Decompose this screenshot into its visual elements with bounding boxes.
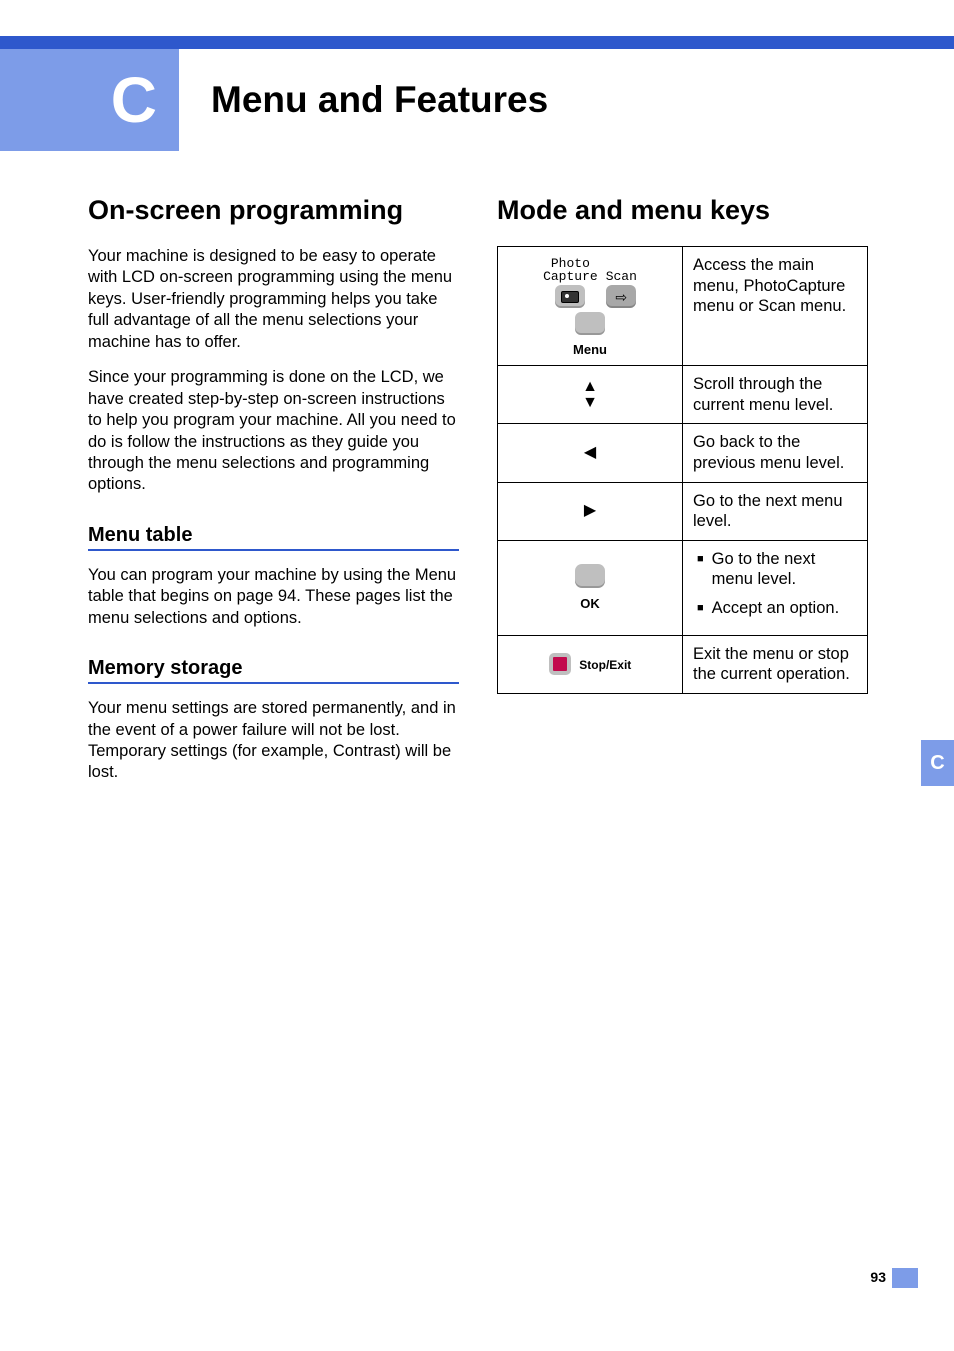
- bullet-icon: ■: [697, 549, 704, 590]
- paragraph: Since your programming is done on the LC…: [88, 367, 459, 496]
- label-capture: Capture: [543, 270, 598, 283]
- table-row: Stop/Exit Exit the menu or stop the curr…: [498, 635, 868, 693]
- section-mode-menu-keys: Mode and menu keys: [497, 195, 868, 226]
- paragraph: Your menu settings are stored permanentl…: [88, 698, 459, 784]
- subsection-menu-table: Menu table: [88, 524, 459, 551]
- bullet-text: Go to the next menu level.: [712, 549, 857, 590]
- key-description: Access the main menu, PhotoCapture menu …: [683, 247, 868, 366]
- up-arrow-icon: ▲: [508, 379, 672, 395]
- header-bar: [0, 36, 954, 49]
- chapter-title: Menu and Features: [211, 79, 548, 121]
- chapter-heading: C Menu and Features: [0, 49, 548, 151]
- mode-menu-keys-table: Photo Capture Scan ⇨: [497, 246, 868, 694]
- ok-button-icon: [575, 564, 605, 588]
- scan-button-icon: ⇨: [606, 285, 636, 308]
- table-row: Photo Capture Scan ⇨: [498, 247, 868, 366]
- label-stop-exit: Stop/Exit: [579, 658, 631, 672]
- table-row: ▶ Go to the next menu level.: [498, 482, 868, 540]
- label-scan: Scan: [606, 270, 637, 283]
- key-description: Go to the next menu level.: [683, 482, 868, 540]
- label-menu: Menu: [543, 342, 637, 357]
- stop-button-icon: [549, 653, 571, 675]
- key-description: Scroll through the current menu level.: [683, 366, 868, 424]
- menu-keys-graphic: Photo Capture Scan ⇨: [543, 257, 637, 357]
- bullet-icon: ■: [697, 598, 704, 619]
- side-tab: C: [921, 740, 954, 786]
- paragraph: You can program your machine by using th…: [88, 565, 459, 629]
- left-column: On-screen programming Your machine is de…: [88, 195, 459, 798]
- page-number-bar: [892, 1268, 918, 1288]
- bullet-text: Accept an option.: [712, 598, 840, 619]
- label-ok: OK: [508, 596, 672, 611]
- key-description: ■Go to the next menu level. ■Accept an o…: [683, 540, 868, 635]
- right-column: Mode and menu keys Photo Capture: [497, 195, 868, 798]
- table-row: OK ■Go to the next menu level. ■Accept a…: [498, 540, 868, 635]
- content-columns: On-screen programming Your machine is de…: [88, 195, 868, 798]
- left-arrow-icon: ◀: [508, 445, 672, 461]
- paragraph: Your machine is designed to be easy to o…: [88, 246, 459, 353]
- key-description: Go back to the previous menu level.: [683, 424, 868, 482]
- subsection-memory-storage: Memory storage: [88, 657, 459, 684]
- table-row: ◀ Go back to the previous menu level.: [498, 424, 868, 482]
- right-arrow-icon: ▶: [508, 503, 672, 519]
- table-row: ▲ ▼ Scroll through the current menu leve…: [498, 366, 868, 424]
- menu-button-icon: [575, 312, 605, 335]
- section-on-screen-programming: On-screen programming: [88, 195, 459, 226]
- down-arrow-icon: ▼: [508, 395, 672, 411]
- key-description: Exit the menu or stop the current operat…: [683, 635, 868, 693]
- page-number: 93: [870, 1269, 886, 1285]
- photo-capture-button-icon: [555, 285, 585, 308]
- chapter-letter: C: [0, 49, 179, 151]
